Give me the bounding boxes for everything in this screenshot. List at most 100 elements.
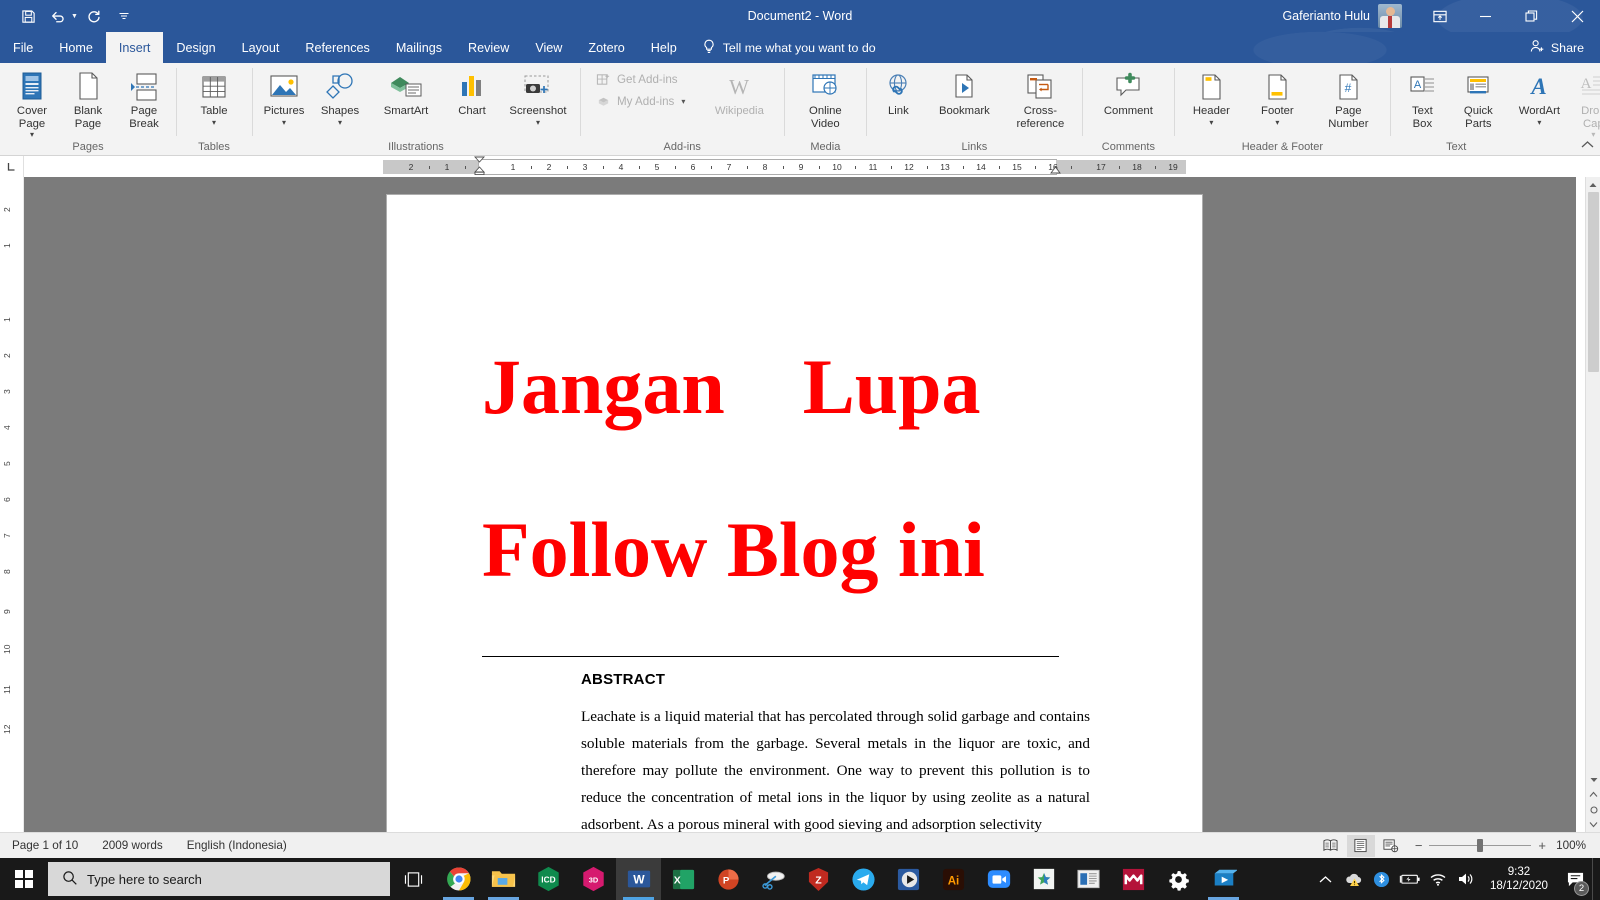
header-button[interactable]: Header ▾ (1178, 66, 1244, 128)
tab-references[interactable]: References (292, 32, 382, 63)
wikipedia-button[interactable]: W Wikipedia (706, 66, 772, 119)
blank-page-button[interactable]: Blank Page (60, 66, 116, 131)
shapes-button[interactable]: Shapes ▾ (312, 66, 368, 128)
quick-parts-button[interactable]: Quick Parts (1450, 66, 1506, 131)
tab-insert[interactable]: Insert (105, 32, 164, 63)
chevron-down-icon[interactable]: ▾ (282, 118, 286, 127)
taskbar-clock[interactable]: 9:32 18/12/2020 (1480, 865, 1558, 893)
chevron-down-icon[interactable]: ▾ (1275, 118, 1279, 127)
collapse-ribbon-chevron-icon[interactable] (1581, 140, 1594, 152)
zoom-level[interactable]: 100% (1556, 839, 1590, 852)
page-count[interactable]: Page 1 of 10 (0, 839, 90, 852)
zoom-slider-track[interactable] (1429, 839, 1532, 853)
show-hidden-icons-chevron[interactable] (1312, 858, 1340, 900)
bookmark-button[interactable]: Bookmark (926, 66, 1002, 119)
volume-icon[interactable] (1452, 858, 1480, 900)
chevron-down-icon[interactable]: ▾ (1537, 118, 1541, 127)
share-button[interactable]: Share (1514, 32, 1600, 63)
online-video-button[interactable]: Online Video (792, 66, 858, 131)
first-line-indent-marker[interactable] (474, 156, 485, 175)
tab-view[interactable]: View (522, 32, 575, 63)
taskbar-app-icd-app[interactable]: ICD (526, 858, 571, 900)
get-add-ins-button[interactable]: Get Add-ins (592, 68, 692, 90)
smartart-button[interactable]: SmartArt (368, 66, 444, 119)
onedrive-warning-icon[interactable] (1340, 858, 1368, 900)
cross-reference-button[interactable]: Cross- reference (1002, 66, 1078, 131)
undo-dropdown-caret[interactable]: ▼ (71, 13, 78, 20)
chevron-down-icon[interactable]: ▾ (338, 118, 342, 127)
document-heading[interactable]: Jangan Lupa Follow Blog ini (482, 305, 1122, 631)
taskbar-app-news-app[interactable] (1066, 858, 1111, 900)
tab-stop-selector[interactable] (0, 156, 24, 177)
wordart-button[interactable]: A WordArt ▾ (1506, 66, 1572, 128)
zoom-slider-thumb[interactable] (1477, 839, 1484, 852)
drop-cap-button[interactable]: A Drop Cap ▾ (1572, 66, 1600, 140)
scroll-up-arrow-icon[interactable] (1586, 177, 1600, 192)
chevron-down-icon[interactable]: ▾ (212, 118, 216, 127)
task-view-icon[interactable] (390, 858, 436, 900)
taskbar-app-star-app[interactable] (1021, 858, 1066, 900)
chevron-down-icon[interactable]: ▾ (681, 97, 685, 106)
windows-start-icon[interactable] (0, 858, 48, 900)
tell-me-search[interactable]: Tell me what you want to do (690, 32, 888, 63)
chevron-down-icon[interactable]: ▾ (1591, 130, 1595, 139)
pictures-button[interactable]: Pictures ▾ (256, 66, 312, 128)
word-count[interactable]: 2009 words (90, 839, 174, 852)
taskbar-app-google-chrome[interactable] (436, 858, 481, 900)
action-center-icon[interactable]: 2 (1558, 858, 1592, 900)
chevron-down-icon[interactable]: ▾ (536, 118, 540, 127)
new-comment-button[interactable]: Comment (1090, 66, 1166, 119)
text-box-button[interactable]: A Text Box (1394, 66, 1450, 131)
read-mode-icon[interactable] (1317, 835, 1345, 857)
vertical-scrollbar[interactable] (1585, 177, 1600, 832)
language-indicator[interactable]: English (Indonesia) (175, 839, 299, 852)
taskbar-app-file-explorer[interactable] (481, 858, 526, 900)
taskbar-app-telegram[interactable] (841, 858, 886, 900)
ribbon-display-options-icon[interactable] (1418, 0, 1462, 32)
taskbar-app-zotero[interactable]: Z (796, 858, 841, 900)
customize-quick-access-toolbar-icon[interactable] (110, 3, 138, 29)
page-break-button[interactable]: Page Break (116, 66, 172, 131)
chevron-down-icon[interactable]: ▾ (30, 130, 34, 139)
taskbar-app-microsoft-excel[interactable]: X (661, 858, 706, 900)
tab-design[interactable]: Design (163, 32, 228, 63)
zoom-in-button[interactable]: + (1538, 838, 1546, 853)
tab-zotero[interactable]: Zotero (575, 32, 637, 63)
taskbar-app-mendeley[interactable] (1111, 858, 1156, 900)
taskbar-app-movies-tv[interactable] (1201, 858, 1246, 900)
show-desktop-button[interactable] (1592, 858, 1598, 900)
taskbar-app-snipping-tool[interactable] (751, 858, 796, 900)
horizontal-ruler[interactable]: 2 1 1 2 3 4 5 6 7 8 9 10 11 12 13 14 15 … (383, 156, 1186, 175)
taskbar-app-3d-viewer[interactable]: 3D (571, 858, 616, 900)
scrollbar-thumb[interactable] (1588, 192, 1599, 372)
page-number-button[interactable]: # Page Number (1310, 66, 1386, 131)
tab-file[interactable]: File (0, 32, 47, 63)
chevron-down-icon[interactable]: ▾ (1209, 118, 1213, 127)
zoom-out-button[interactable]: − (1415, 838, 1423, 853)
screenshot-button[interactable]: Screenshot ▾ (500, 66, 576, 128)
wifi-icon[interactable] (1424, 858, 1452, 900)
close-icon[interactable] (1554, 0, 1600, 32)
avatar[interactable] (1378, 4, 1402, 28)
right-indent-marker[interactable] (1050, 166, 1061, 175)
taskbar-search-box[interactable]: Type here to search (48, 862, 390, 896)
web-layout-icon[interactable] (1377, 835, 1405, 857)
cover-page-button[interactable]: Cover Page ▾ (4, 66, 60, 140)
select-browse-object-icon[interactable] (1586, 802, 1600, 817)
bluetooth-icon[interactable] (1368, 858, 1396, 900)
abstract-paragraph[interactable]: Leachate is a liquid material that has p… (581, 703, 1090, 832)
scroll-down-arrow-icon[interactable] (1586, 772, 1600, 787)
taskbar-app-settings[interactable] (1156, 858, 1201, 900)
restore-icon[interactable] (1508, 0, 1554, 32)
tab-review[interactable]: Review (455, 32, 522, 63)
save-icon[interactable] (14, 3, 42, 29)
battery-charging-icon[interactable] (1396, 858, 1424, 900)
redo-icon[interactable] (80, 3, 108, 29)
print-layout-icon[interactable] (1346, 834, 1375, 857)
footer-button[interactable]: Footer ▾ (1244, 66, 1310, 128)
link-button[interactable]: Link (870, 66, 926, 119)
taskbar-app-kmplayer[interactable] (886, 858, 931, 900)
document-page[interactable]: Jangan Lupa Follow Blog ini ABSTRACT Lea… (387, 195, 1202, 832)
table-button[interactable]: Table ▾ (186, 66, 242, 128)
taskbar-app-microsoft-powerpoint[interactable]: P (706, 858, 751, 900)
